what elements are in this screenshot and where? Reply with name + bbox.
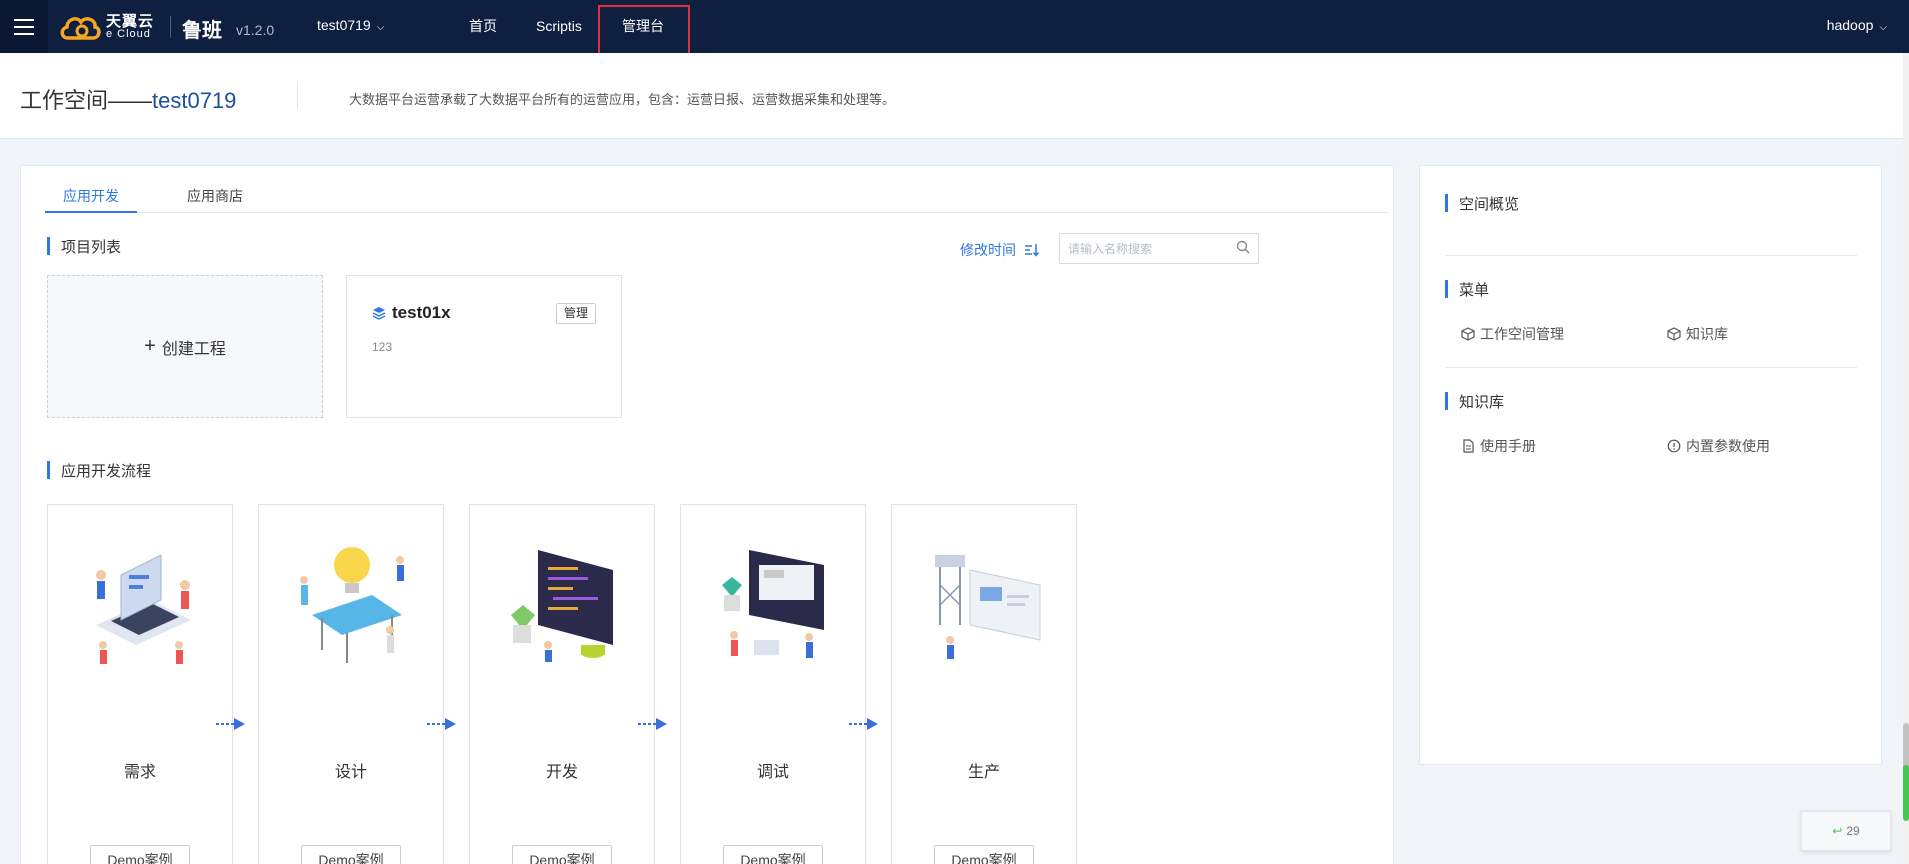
sort-label: 修改时间 — [960, 242, 1016, 258]
logo-en-text: e Cloud — [106, 28, 151, 40]
floating-counter-badge[interactable]: ↩ 29 — [1801, 811, 1891, 851]
project-name: test01x — [392, 303, 451, 322]
kb-title: 知识库 — [1445, 391, 1504, 412]
workspace-description: 大数据平台运营承载了大数据平台所有的运营应用，包含：运营日报、运营数据采集和处理… — [349, 92, 896, 107]
document-icon — [1463, 439, 1474, 453]
plus-icon: + — [144, 335, 156, 357]
project-description: 123 — [372, 340, 393, 354]
flow-section-title: 应用开发流程 — [47, 460, 151, 481]
cube-icon — [1667, 327, 1681, 341]
search-box — [1059, 233, 1259, 264]
demo-button[interactable]: Demo案例 — [512, 845, 612, 864]
menu-item-knowledge-base[interactable]: 知识库 — [1667, 324, 1728, 344]
create-project-label: 创建工程 — [161, 340, 226, 358]
hamburger-menu-icon[interactable] — [0, 0, 48, 53]
chevron-down-icon: ⌵ — [376, 22, 385, 33]
highlight-box — [598, 5, 690, 59]
version-label: v1.2.0 — [236, 22, 275, 38]
layers-icon — [372, 307, 386, 320]
kb-item-label: 使用手册 — [1480, 438, 1536, 454]
workspace-header: 工作空间——test0719 大数据平台运营承载了大数据平台所有的运营应用，包含… — [0, 53, 1909, 139]
kb-item-user-manual[interactable]: 使用手册 — [1461, 436, 1536, 456]
flow-card-production: 生产 Demo案例 — [891, 504, 1077, 864]
menu-item-workspace-management[interactable]: 工作空间管理 — [1461, 324, 1564, 344]
flow-label: 生产 — [967, 764, 1000, 781]
tab-app-dev[interactable]: 应用开发 — [45, 186, 137, 213]
product-name: 鲁班 — [182, 20, 222, 42]
return-arrow-icon: ↩ — [1832, 824, 1843, 838]
menu-item-label: 知识库 — [1686, 326, 1728, 342]
chevron-down-icon: ⌵ — [1879, 22, 1887, 33]
flow-label: 需求 — [123, 764, 156, 781]
logo-divider — [170, 16, 171, 38]
production-illustration-icon — [935, 555, 1041, 659]
flow-label: 开发 — [545, 764, 578, 781]
arrow-right-icon — [216, 718, 245, 730]
title-workspace-name: test0719 — [152, 88, 237, 113]
flow-card-requirement: 需求 Demo案例 — [47, 504, 233, 864]
header-divider — [297, 81, 298, 109]
tab-bar: 应用开发 应用商店 — [45, 186, 1389, 213]
project-card[interactable]: test01x 管理 123 — [346, 275, 622, 418]
menu-item-label: 工作空间管理 — [1480, 326, 1564, 342]
kb-item-label: 内置参数使用 — [1686, 438, 1770, 454]
requirement-illustration-icon — [96, 554, 191, 664]
arrow-right-icon — [427, 718, 456, 730]
flow-label: 调试 — [756, 764, 789, 781]
logo-cn-text: 天翼云 — [106, 13, 155, 30]
demo-button[interactable]: Demo案例 — [90, 845, 190, 864]
divider — [1445, 367, 1857, 368]
demo-button[interactable]: Demo案例 — [934, 845, 1034, 864]
flow-card-design: 设计 Demo案例 — [258, 504, 444, 864]
sort-by-modified-button[interactable]: 修改时间 — [960, 240, 1040, 260]
demo-button[interactable]: Demo案例 — [723, 845, 823, 864]
sort-icon — [1025, 244, 1040, 257]
overview-title: 空间概览 — [1445, 193, 1519, 214]
ecloud-logo[interactable]: 天翼云 e Cloud — [58, 12, 154, 42]
menu-title: 菜单 — [1445, 279, 1489, 300]
manage-project-button[interactable]: 管理 — [556, 303, 596, 324]
cube-icon — [1461, 327, 1475, 341]
info-circle-icon — [1667, 439, 1681, 453]
nav-scriptis[interactable]: Scriptis — [536, 0, 582, 53]
title-prefix: 工作空间—— — [20, 88, 153, 113]
kb-item-builtin-params[interactable]: 内置参数使用 — [1667, 436, 1770, 456]
flow-card-development: 开发 Demo案例 — [469, 504, 655, 864]
flow-card-debugging: 调试 Demo案例 — [680, 504, 866, 864]
workspace-name: test0719 — [317, 17, 371, 33]
arrow-right-icon — [849, 718, 878, 730]
workspace-selector[interactable]: test0719 ⌵ — [317, 17, 384, 33]
divider — [1445, 255, 1857, 256]
user-menu[interactable]: hadoop ⌵ — [1827, 17, 1887, 33]
badge-count: 29 — [1846, 824, 1860, 838]
create-project-button[interactable]: + 创建工程 — [47, 275, 323, 418]
demo-button[interactable]: Demo案例 — [301, 845, 401, 864]
project-title: test01x — [372, 303, 451, 323]
username: hadoop — [1826, 17, 1874, 33]
arrow-right-icon — [638, 718, 667, 730]
search-icon[interactable] — [1236, 240, 1250, 254]
search-input[interactable] — [1060, 234, 1230, 263]
development-illustration-icon — [511, 550, 613, 662]
main-panel: 应用开发 应用商店 项目列表 修改时间 + 创建工程 — [20, 165, 1394, 864]
right-sidebar: 空间概览 菜单 工作空间管理 知识库 知识库 使用手册 内置参数使用 — [1419, 165, 1882, 765]
page-title: 工作空间——test0719 — [20, 83, 236, 115]
debugging-illustration-icon — [722, 550, 824, 658]
nav-home[interactable]: 首页 — [469, 0, 497, 53]
flow-label: 设计 — [334, 764, 367, 781]
cloud-logo-icon — [60, 17, 101, 40]
page-scrollbar[interactable] — [1903, 53, 1909, 864]
tab-app-store[interactable]: 应用商店 — [187, 186, 243, 213]
top-nav: 天翼云 e Cloud 鲁班 v1.2.0 test0719 ⌵ 首页 Scrip… — [0, 0, 1909, 59]
projects-section-title: 项目列表 — [47, 236, 121, 257]
scrollbar-indicator — [1903, 765, 1909, 821]
design-illustration-icon — [300, 547, 404, 663]
